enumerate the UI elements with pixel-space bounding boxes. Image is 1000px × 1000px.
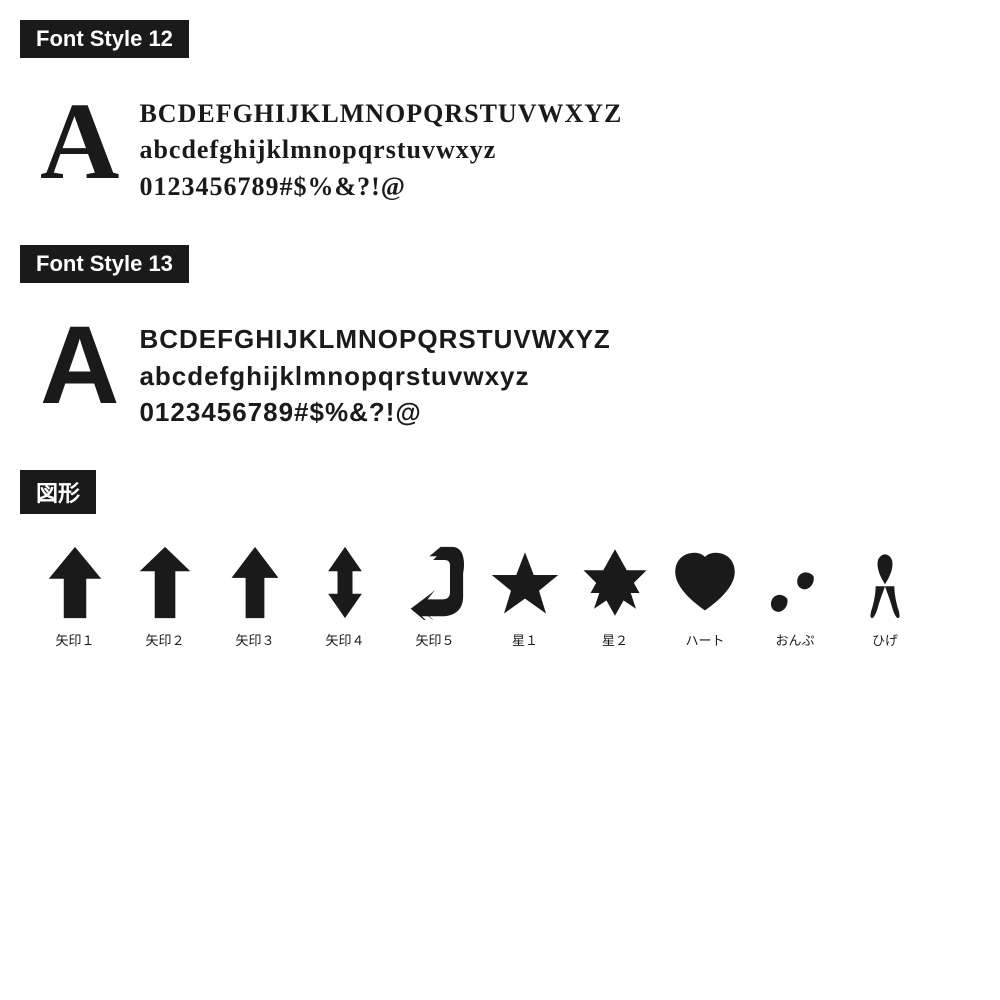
- font-style-13-row-3: 0123456789#$%&?!@: [139, 394, 610, 430]
- arrow2-icon: [130, 542, 200, 622]
- font-style-12-char-rows: BCDEFGHIJKLMNOPQRSTUVWXYZ abcdefghijklmn…: [139, 86, 622, 205]
- arrow2-label: 矢印２: [145, 630, 184, 649]
- font-style-12-header: Font Style 12: [20, 20, 189, 58]
- shape-item-note: おんぷ: [750, 542, 840, 649]
- star2-icon: [580, 542, 650, 622]
- arrow1-label: 矢印１: [55, 630, 94, 649]
- arrow1-icon: [40, 542, 110, 622]
- shapes-grid: 矢印１ 矢印２ 矢印３: [20, 532, 980, 649]
- shapes-header: 図形: [20, 470, 96, 514]
- shape-item-star2: 星２: [570, 542, 660, 649]
- arrow5-icon: [400, 542, 470, 622]
- font-style-12-big-letter: A: [40, 86, 119, 196]
- font-style-13-row-2: abcdefghijklmnopqrstuvwxyz: [139, 358, 610, 394]
- arrow4-label: 矢印４: [325, 630, 364, 649]
- arrow5-label: 矢印５: [415, 630, 454, 649]
- arrow3-icon: [220, 542, 290, 622]
- heart-label: ハート: [685, 630, 724, 649]
- shape-item-heart: ハート: [660, 542, 750, 649]
- font-style-13-big-letter: A: [40, 311, 119, 421]
- font-style-13-section: Font Style 13 A BCDEFGHIJKLMNOPQRSTUVWXY…: [20, 245, 980, 440]
- shape-item-hige: ひげ: [840, 542, 930, 649]
- arrow3-label: 矢印３: [235, 630, 274, 649]
- shape-item-arrow3: 矢印３: [210, 542, 300, 649]
- shape-item-star1: 星１: [480, 542, 570, 649]
- hige-icon: [850, 542, 920, 622]
- font-style-12-demo: A BCDEFGHIJKLMNOPQRSTUVWXYZ abcdefghijkl…: [20, 76, 980, 215]
- shapes-section: 図形 矢印１ 矢印２: [20, 470, 980, 649]
- font-style-13-row-1: BCDEFGHIJKLMNOPQRSTUVWXYZ: [139, 321, 610, 357]
- note-icon: [760, 542, 830, 622]
- font-style-12-row-1: BCDEFGHIJKLMNOPQRSTUVWXYZ: [139, 96, 622, 132]
- font-style-12-section: Font Style 12 A BCDEFGHIJKLMNOPQRSTUVWXY…: [20, 20, 980, 215]
- star1-icon: [490, 542, 560, 622]
- shape-item-arrow4: 矢印４: [300, 542, 390, 649]
- star1-label: 星１: [512, 630, 538, 649]
- font-style-12-row-3: 0123456789#$%&?!@: [139, 169, 622, 205]
- shape-item-arrow5: 矢印５: [390, 542, 480, 649]
- font-style-13-demo: A BCDEFGHIJKLMNOPQRSTUVWXYZ abcdefghijkl…: [20, 301, 980, 440]
- arrow4-icon: [310, 542, 380, 622]
- heart-icon: [670, 542, 740, 622]
- hige-label: ひげ: [872, 630, 898, 649]
- font-style-13-char-rows: BCDEFGHIJKLMNOPQRSTUVWXYZ abcdefghijklmn…: [139, 311, 610, 430]
- star2-label: 星２: [602, 630, 628, 649]
- shape-item-arrow1: 矢印１: [30, 542, 120, 649]
- shape-item-arrow2: 矢印２: [120, 542, 210, 649]
- font-style-12-row-2: abcdefghijklmnopqrstuvwxyz: [139, 132, 622, 168]
- font-style-13-header: Font Style 13: [20, 245, 189, 283]
- note-label: おんぷ: [775, 630, 814, 649]
